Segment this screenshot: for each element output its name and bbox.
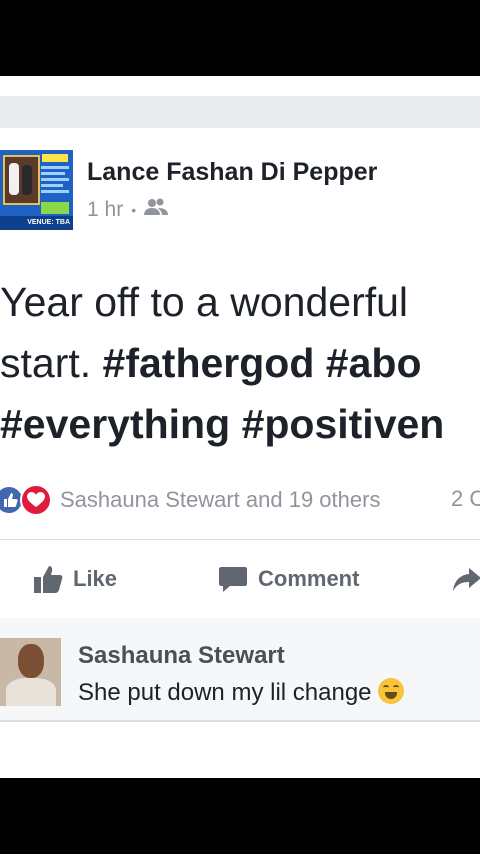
thumbs-up-icon: [34, 566, 63, 593]
reaction-names[interactable]: Sashauna Stewart and 19 others: [60, 487, 380, 513]
post-text-line: start. #fathergod #abo: [0, 340, 422, 386]
commenter-name[interactable]: Sashauna Stewart: [78, 642, 285, 670]
page-avatar[interactable]: VENUE: TBA: [0, 150, 73, 230]
hashtag-link[interactable]: #everything: [0, 401, 230, 447]
hashtag-link[interactable]: #abo: [326, 340, 422, 386]
friends-icon[interactable]: [144, 198, 169, 222]
action-bar: Like Comment: [0, 541, 480, 617]
comment-label: Comment: [258, 566, 360, 591]
reactions-bar[interactable]: Sashauna Stewart and 19 others 2 C: [0, 480, 480, 520]
meta-separator: •: [131, 202, 137, 218]
avatar-venue-text: VENUE: TBA: [0, 216, 73, 230]
comment-item: Sashauna Stewart She put down my lil cha…: [0, 618, 480, 722]
post-text: Year off to a wonderful start. #fathergo…: [0, 272, 480, 455]
hashtag-link[interactable]: #positiven: [242, 401, 445, 447]
hashtag-link[interactable]: #fathergod: [103, 340, 315, 386]
post-text-line: #everything #positiven: [0, 394, 480, 455]
post-meta: 1 hr •: [87, 198, 169, 222]
post-time[interactable]: 1 hr: [87, 198, 123, 222]
commenter-avatar[interactable]: [0, 638, 61, 706]
like-label: Like: [73, 566, 118, 591]
feed-separator: [0, 96, 480, 128]
post-author[interactable]: Lance Fashan Di Pepper: [87, 158, 377, 187]
comment-icon: [219, 567, 247, 592]
love-reaction-icon: [20, 484, 52, 516]
like-button[interactable]: Like: [33, 541, 117, 617]
divider: [0, 539, 480, 540]
comment-count[interactable]: 2 C: [451, 486, 480, 512]
comment-text: She put down my lil change: [78, 678, 404, 707]
laughing-emoji-icon: [377, 678, 404, 704]
post-text-line: Year off to a wonderful: [0, 279, 409, 325]
screen: VENUE: TBA Lance Fashan Di Pepper 1 hr •…: [0, 76, 480, 778]
avatar-photo-frame: [3, 155, 40, 205]
share-arrow-icon: [453, 568, 480, 591]
comment-button[interactable]: Comment: [218, 541, 359, 617]
share-button[interactable]: [452, 541, 480, 617]
